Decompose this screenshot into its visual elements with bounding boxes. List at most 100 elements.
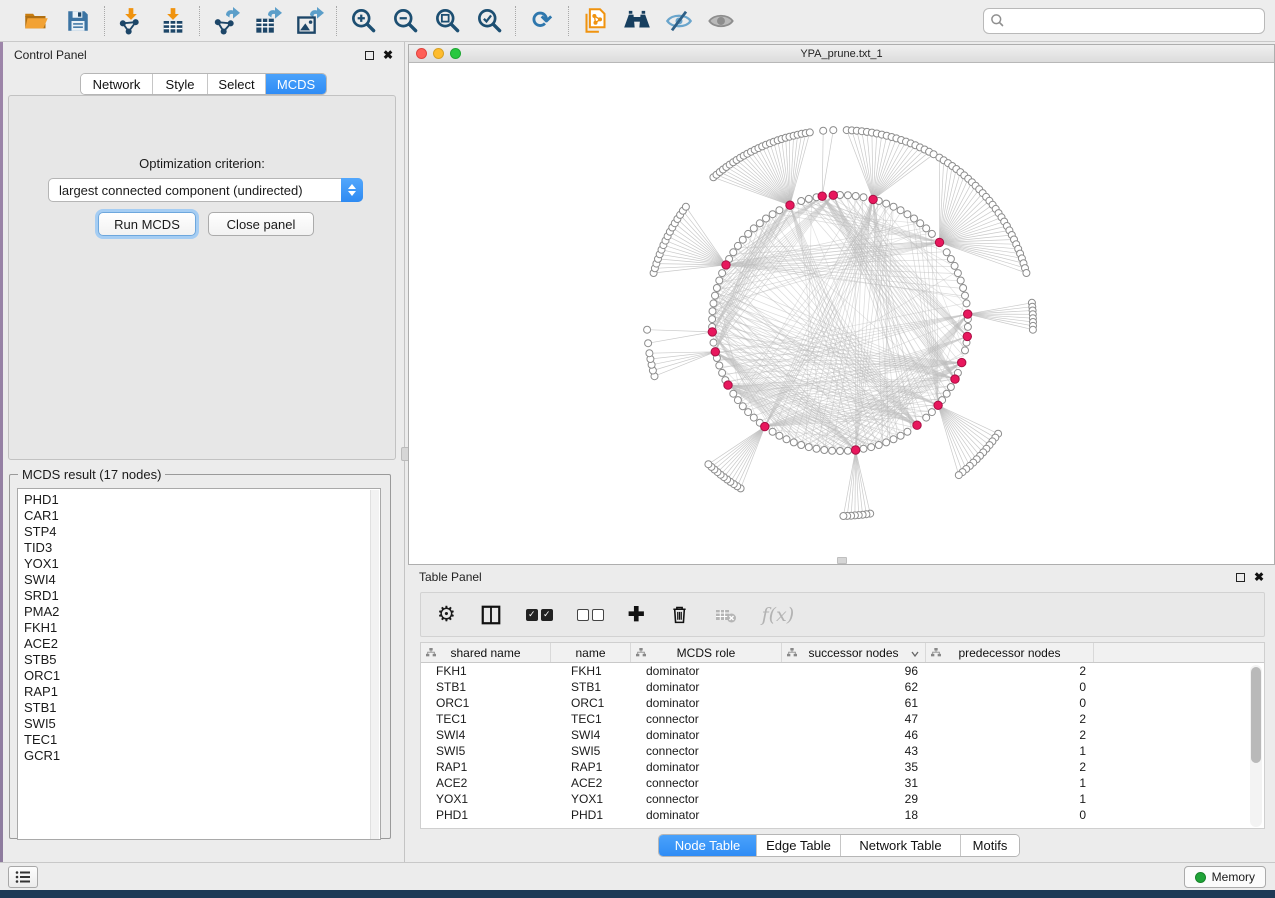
mcds-result-item[interactable]: CAR1 [24,508,380,524]
float-panel-icon[interactable] [1236,573,1245,582]
table-row[interactable]: SWI5 SWI5 connector 43 1 [421,743,1264,759]
cell-mcds-role[interactable]: dominator [631,728,782,742]
table-settings-button[interactable]: ⚙ [437,601,456,629]
cell-shared-name[interactable]: ACE2 [421,776,551,790]
cell-successor-nodes[interactable]: 61 [782,696,926,710]
table-row[interactable]: RAP1 RAP1 dominator 35 2 [421,759,1264,775]
horizontal-splitter-handle[interactable] [837,557,847,564]
mcds-result-item[interactable]: SWI4 [24,572,380,588]
hide-graphics-details-button[interactable] [665,7,693,35]
memory-button[interactable]: Memory [1184,866,1266,888]
cell-predecessor-nodes[interactable]: 1 [926,776,1094,790]
mcds-result-item[interactable]: STB5 [24,652,380,668]
mcds-result-item[interactable]: ACE2 [24,636,380,652]
open-session-button[interactable] [22,7,50,35]
column-header-name[interactable]: name [551,643,631,662]
cell-predecessor-nodes[interactable]: 1 [926,744,1094,758]
cell-mcds-role[interactable]: connector [631,712,782,726]
cell-predecessor-nodes[interactable]: 1 [926,792,1094,806]
table-row[interactable]: YOX1 YOX1 connector 29 1 [421,791,1264,807]
table-scrollbar[interactable] [1250,665,1262,827]
cell-mcds-role[interactable]: dominator [631,696,782,710]
cell-mcds-role[interactable]: connector [631,776,782,790]
mcds-list-scrollbar[interactable] [370,490,379,840]
clone-network-button[interactable] [581,7,609,35]
cell-predecessor-nodes[interactable]: 0 [926,680,1094,694]
import-table-button[interactable] [159,7,187,35]
cell-shared-name[interactable]: FKH1 [421,664,551,678]
tab-motifs[interactable]: Motifs [961,835,1019,856]
select-all-columns-button[interactable]: ✓ ✓ [526,601,553,629]
cell-predecessor-nodes[interactable]: 2 [926,760,1094,774]
delete-column-button[interactable] [669,601,690,629]
tab-network-table[interactable]: Network Table [841,835,961,856]
search-input[interactable] [1005,11,1258,31]
table-row[interactable]: TEC1 TEC1 connector 47 2 [421,711,1264,727]
tab-edge-table[interactable]: Edge Table [757,835,841,856]
cell-name[interactable]: RAP1 [551,760,631,774]
mcds-result-item[interactable]: GCR1 [24,748,380,764]
show-columns-button[interactable] [480,601,502,629]
cell-successor-nodes[interactable]: 29 [782,792,926,806]
cell-mcds-role[interactable]: dominator [631,680,782,694]
close-panel-icon[interactable]: ✖ [1254,571,1264,583]
export-image-button[interactable] [296,7,324,35]
mcds-result-list[interactable]: PHD1 CAR1 STP4 TID3 YOX1 SWI4 SRD1 PMA2 … [17,488,381,840]
cell-name[interactable]: TEC1 [551,712,631,726]
cell-mcds-role[interactable]: dominator [631,664,782,678]
cell-shared-name[interactable]: SWI5 [421,744,551,758]
cell-name[interactable]: STB1 [551,680,631,694]
mcds-result-item[interactable]: STB1 [24,700,380,716]
mcds-result-item[interactable]: SWI5 [24,716,380,732]
cell-mcds-role[interactable]: dominator [631,760,782,774]
export-network-button[interactable] [212,7,240,35]
zoom-fit-button[interactable] [433,7,461,35]
mcds-result-item[interactable]: FKH1 [24,620,380,636]
table-row[interactable]: STB1 STB1 dominator 62 0 [421,679,1264,695]
zoom-selected-button[interactable] [475,7,503,35]
mcds-result-item[interactable]: RAP1 [24,684,380,700]
tab-node-table[interactable]: Node Table [659,835,757,856]
search-box[interactable] [983,8,1265,34]
table-scrollbar-thumb[interactable] [1251,667,1261,763]
network-window-titlebar[interactable]: YPA_prune.txt_1 [409,45,1274,63]
cell-successor-nodes[interactable]: 47 [782,712,926,726]
optimization-criterion-select[interactable]: largest connected component (undirected) [48,178,363,202]
cell-shared-name[interactable]: SWI4 [421,728,551,742]
zoom-in-button[interactable] [349,7,377,35]
cell-predecessor-nodes[interactable]: 2 [926,728,1094,742]
network-overview-button[interactable] [623,7,651,35]
table-row[interactable]: ACE2 ACE2 connector 31 1 [421,775,1264,791]
cell-successor-nodes[interactable]: 31 [782,776,926,790]
cell-successor-nodes[interactable]: 35 [782,760,926,774]
cell-successor-nodes[interactable]: 96 [782,664,926,678]
cell-name[interactable]: ACE2 [551,776,631,790]
cell-name[interactable]: PHD1 [551,808,631,822]
cell-predecessor-nodes[interactable]: 0 [926,696,1094,710]
column-header-mcds-role[interactable]: MCDS role [631,643,782,662]
cell-successor-nodes[interactable]: 18 [782,808,926,822]
table-row[interactable]: ORC1 ORC1 dominator 61 0 [421,695,1264,711]
float-panel-icon[interactable] [365,51,374,60]
cell-predecessor-nodes[interactable]: 2 [926,664,1094,678]
network-canvas[interactable] [409,63,1274,564]
cell-shared-name[interactable]: STB1 [421,680,551,694]
column-header-shared-name[interactable]: shared name [421,643,551,662]
tab-style[interactable]: Style [153,74,208,94]
mcds-result-item[interactable]: TID3 [24,540,380,556]
cell-successor-nodes[interactable]: 46 [782,728,926,742]
close-panel-icon[interactable]: ✖ [383,49,393,61]
mcds-result-item[interactable]: SRD1 [24,588,380,604]
cell-name[interactable]: YOX1 [551,792,631,806]
table-row[interactable]: FKH1 FKH1 dominator 96 2 [421,663,1264,679]
show-task-history-button[interactable] [8,866,38,888]
apply-layout-button[interactable]: ⟳ [528,7,556,35]
save-session-button[interactable] [64,7,92,35]
show-graphics-details-button[interactable] [707,7,735,35]
cell-shared-name[interactable]: YOX1 [421,792,551,806]
column-header-successor-nodes[interactable]: successor nodes [782,643,926,662]
unselect-all-columns-button[interactable] [577,601,604,629]
export-table-button[interactable] [254,7,282,35]
cell-predecessor-nodes[interactable]: 2 [926,712,1094,726]
cell-shared-name[interactable]: PHD1 [421,808,551,822]
